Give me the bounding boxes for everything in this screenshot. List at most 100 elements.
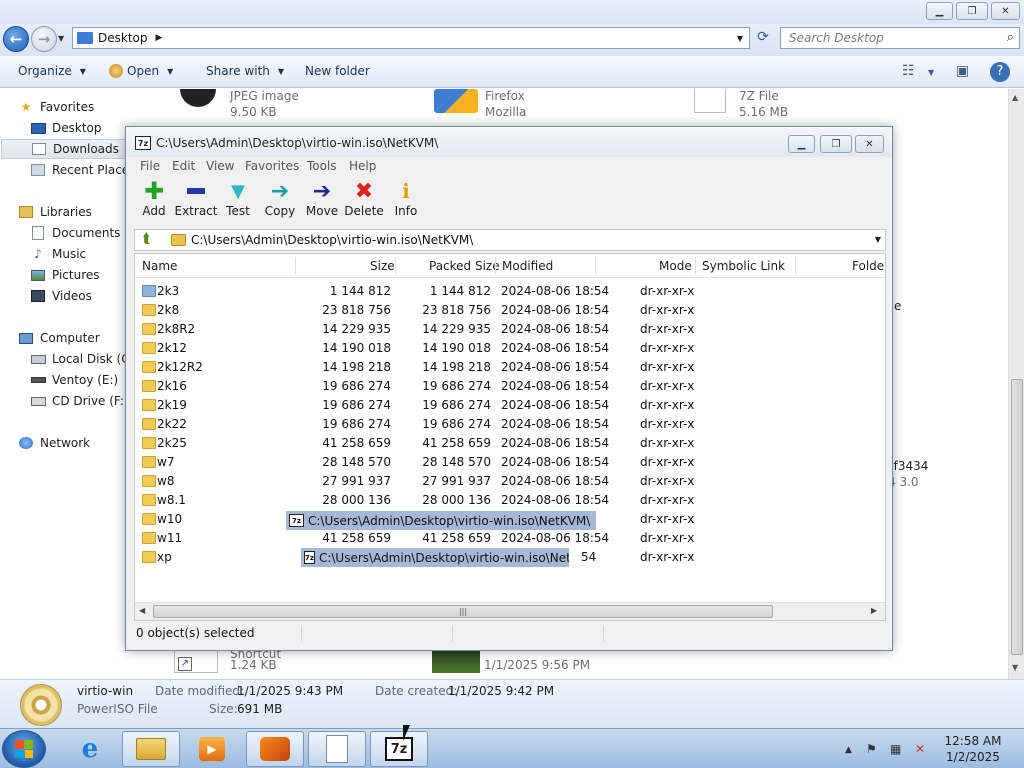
add-button[interactable]: ✚ Add <box>131 177 177 218</box>
nav-local-disk[interactable]: Local Disk (C: <box>30 349 134 369</box>
video-thumbnail[interactable] <box>432 649 480 673</box>
menu-edit[interactable]: Edit <box>172 159 195 173</box>
sevenzip-close-button[interactable]: ✕ <box>855 135 884 153</box>
path-dropdown-icon[interactable]: ▼ <box>875 235 881 244</box>
libraries-icon <box>18 205 34 219</box>
nav-desktop[interactable]: Desktop <box>30 118 102 138</box>
taskbar-explorer[interactable] <box>122 731 180 767</box>
back-button[interactable]: ← <box>3 26 29 52</box>
network-tray-icon[interactable]: ▦ <box>890 742 901 756</box>
menu-tools[interactable]: Tools <box>307 159 337 173</box>
list-horizontal-scrollbar[interactable]: ◀ ||| ▶ <box>135 602 885 620</box>
search-input[interactable] <box>789 31 989 45</box>
nav-documents[interactable]: Documents <box>30 223 120 243</box>
list-row-w8-1[interactable]: w8.1 28 000 136 28 000 136 2024-08-06 18:54… <box>135 491 885 510</box>
views-icon[interactable]: ☷ <box>902 63 915 79</box>
close-button[interactable]: ✕ <box>991 2 1020 20</box>
list-row-2k22[interactable]: 2k22 19 686 274 19 686 274 2024-08-06 18:54… <box>135 415 885 434</box>
help-icon[interactable]: ? <box>990 62 1010 82</box>
views-dropdown-icon[interactable]: ▼ <box>928 68 934 77</box>
forward-button[interactable]: → <box>31 26 57 52</box>
system-clock[interactable]: 12:58 AM 1/2/2025 <box>940 733 1006 765</box>
list-row-2k19[interactable]: 2k19 19 686 274 19 686 274 2024-08-06 18:54… <box>135 396 885 415</box>
address-bar[interactable]: Desktop ▶ ▼ <box>72 27 750 49</box>
explorer-vertical-scrollbar[interactable]: ▲ ▼ <box>1008 89 1024 679</box>
nav-cd-drive[interactable]: CD Drive (F:) 3 <box>30 391 140 411</box>
column-modified[interactable]: Modified <box>502 259 553 273</box>
nav-network[interactable]: Network <box>18 433 90 453</box>
scrollbar-thumb[interactable] <box>1011 379 1023 655</box>
column-size[interactable]: Size <box>370 259 395 273</box>
info-button[interactable]: ℹ Info <box>383 179 429 218</box>
organize-button[interactable]: Organize ▼ <box>18 64 86 78</box>
taskbar-firefox[interactable] <box>246 731 304 767</box>
scroll-down-arrow-icon[interactable]: ▼ <box>1012 663 1018 672</box>
nav-ventoy[interactable]: Ventoy (E:) <box>30 370 118 390</box>
scroll-up-arrow-icon[interactable]: ▲ <box>1012 93 1018 102</box>
maximize-button[interactable]: ❐ <box>956 2 988 20</box>
zfile-icon[interactable] <box>694 89 726 113</box>
share-with-button[interactable]: Share with ▼ <box>206 64 284 78</box>
nav-favorites[interactable]: ★ Favorites <box>18 97 95 117</box>
up-folder-arrow-icon[interactable]: ⮬ <box>137 231 157 249</box>
nav-videos[interactable]: Videos <box>30 286 92 306</box>
sevenzip-minimize-button[interactable]: ▁ <box>788 135 815 153</box>
list-row-2k16[interactable]: 2k16 19 686 274 19 686 274 2024-08-06 18:54… <box>135 377 885 396</box>
search-box[interactable]: ⌕ <box>780 27 1020 49</box>
sevenzip-maximize-button[interactable]: ❐ <box>820 135 852 153</box>
start-button[interactable] <box>2 730 46 768</box>
copy-button[interactable]: ➔ Copy <box>257 179 303 219</box>
new-folder-button[interactable]: New folder <box>305 64 370 78</box>
list-row-w11[interactable]: w11 41 258 659 41 258 659 2024-08-06 18:54 d… <box>135 529 885 548</box>
list-row-w8[interactable]: w8 27 991 937 27 991 937 2024-08-06 18:54 dr… <box>135 472 885 491</box>
horizontal-scrollbar-thumb[interactable]: ||| <box>153 605 773 618</box>
recent-pages-dropdown[interactable]: ▼ <box>58 34 64 43</box>
extract-button[interactable]: Extract <box>173 179 219 218</box>
search-icon[interactable]: ⌕ <box>1007 30 1014 45</box>
nav-computer[interactable]: Computer <box>18 328 100 348</box>
menu-view[interactable]: View <box>206 159 234 173</box>
column-folder[interactable]: Folder <box>852 259 885 273</box>
list-row-2k25[interactable]: 2k25 41 258 659 41 258 659 2024-08-06 18:54… <box>135 434 885 453</box>
open-button[interactable]: Open ▼ <box>109 64 173 78</box>
preview-pane-icon[interactable]: ▣ <box>956 63 969 79</box>
move-button[interactable]: ➔ Move <box>299 179 345 219</box>
taskbar-7zip[interactable]: 7z <box>370 731 428 767</box>
nav-music[interactable]: ♪ Music <box>30 244 86 264</box>
column-packed-size[interactable]: Packed Size <box>429 259 500 273</box>
menu-favorites[interactable]: Favorites <box>245 159 299 173</box>
menu-file[interactable]: File <box>140 159 160 173</box>
list-row-2k3[interactable]: 2k3 1 144 812 1 144 812 2024-08-06 18:54 dr-… <box>135 282 885 301</box>
list-row-2k8[interactable]: 2k8 23 818 756 23 818 756 2024-08-06 18:54 d… <box>135 301 885 320</box>
refresh-button[interactable]: ⟳ <box>752 29 774 49</box>
list-row-2k12r2[interactable]: 2k12R2 14 198 218 14 198 218 2024-08-06 18:… <box>135 358 885 377</box>
column-symbolic-link[interactable]: Symbolic Link <box>702 259 785 273</box>
column-name[interactable]: Name <box>142 259 177 273</box>
sevenzip-path-bar[interactable]: ⮬ C:\Users\Admin\Desktop\virtio-win.iso\… <box>134 229 886 251</box>
firefox-icon[interactable] <box>434 89 478 113</box>
address-dropdown-icon[interactable]: ▼ <box>737 34 743 43</box>
list-row-2k12[interactable]: 2k12 14 190 018 14 190 018 2024-08-06 18:54… <box>135 339 885 358</box>
jpeg-file-icon[interactable] <box>180 89 216 107</box>
taskbar-media-player[interactable]: ▶ <box>183 731 241 767</box>
scroll-right-arrow-icon[interactable]: ▶ <box>871 606 877 615</box>
nav-pictures[interactable]: Pictures <box>30 265 100 285</box>
nav-libraries[interactable]: Libraries <box>18 202 92 222</box>
delete-button[interactable]: ✖ Delete <box>341 179 387 219</box>
scroll-left-arrow-icon[interactable]: ◀ <box>139 606 145 615</box>
breadcrumb-chevron-icon[interactable]: ▶ <box>156 33 163 43</box>
menu-help[interactable]: Help <box>349 159 376 173</box>
taskbar-internet-explorer[interactable]: e <box>61 731 119 767</box>
show-hidden-icons-button[interactable]: ▲ <box>845 745 852 755</box>
volume-muted-icon[interactable]: ✕ <box>915 742 925 756</box>
list-row-2k8r2[interactable]: 2k8R2 14 229 935 14 229 935 2024-08-06 18:5… <box>135 320 885 339</box>
list-row-w7[interactable]: w7 28 148 570 28 148 570 2024-08-06 18:54 dr… <box>135 453 885 472</box>
breadcrumb-desktop[interactable]: Desktop <box>98 31 148 45</box>
test-button[interactable]: ▼ Test <box>215 179 261 219</box>
action-center-flag-icon[interactable]: ⚑ <box>866 742 877 756</box>
taskbar-notepad[interactable] <box>308 731 366 767</box>
minimize-button[interactable]: ▁ <box>926 2 953 20</box>
column-mode[interactable]: Mode <box>659 259 692 273</box>
nav-recent-places[interactable]: Recent Places <box>30 160 135 180</box>
sevenzip-path-text[interactable]: C:\Users\Admin\Desktop\virtio-win.iso\Ne… <box>191 233 473 247</box>
